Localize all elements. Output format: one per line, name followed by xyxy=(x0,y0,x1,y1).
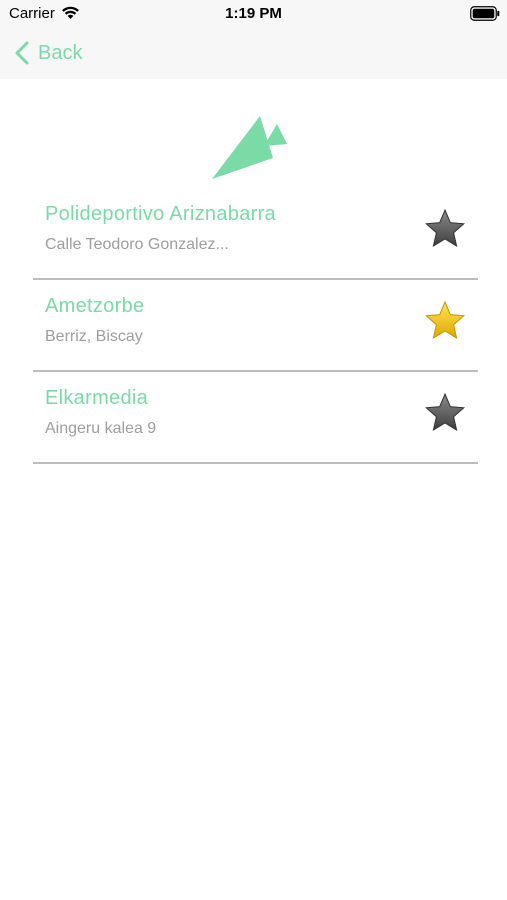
battery-icon xyxy=(470,6,500,21)
venue-row-ametzorbe[interactable]: Ametzorbe Berriz, Biscay xyxy=(33,280,478,372)
mountain-logo-icon xyxy=(209,113,291,181)
screen: Carrier 1:19 PM Back Polideportivo Arizn… xyxy=(0,0,507,900)
navigation-bar: Back xyxy=(0,30,507,79)
back-label: Back xyxy=(38,41,83,64)
star-icon[interactable] xyxy=(425,209,465,247)
venue-name: Elkarmedia xyxy=(45,387,149,409)
venue-row-elkarmedia[interactable]: Elkarmedia Aingeru kalea 9 xyxy=(33,372,478,464)
chevron-left-icon xyxy=(14,41,30,65)
status-bar: Carrier 1:19 PM xyxy=(0,0,507,30)
star-icon[interactable] xyxy=(425,301,465,339)
star-icon[interactable] xyxy=(425,393,465,431)
venue-address: Calle Teodoro Gonzalez... xyxy=(45,236,229,253)
venue-address: Berriz, Biscay xyxy=(45,328,143,345)
status-time: 1:19 PM xyxy=(225,5,282,22)
back-button[interactable]: Back xyxy=(14,38,82,68)
venue-address: Aingeru kalea 9 xyxy=(45,420,157,437)
venue-name: Polideportivo Ariznabarra xyxy=(45,203,276,225)
venue-name: Ametzorbe xyxy=(45,295,145,317)
venue-list: Polideportivo Ariznabarra Calle Teodoro … xyxy=(33,188,478,464)
venue-row-polideportivo-ariznabarra[interactable]: Polideportivo Ariznabarra Calle Teodoro … xyxy=(33,188,478,280)
